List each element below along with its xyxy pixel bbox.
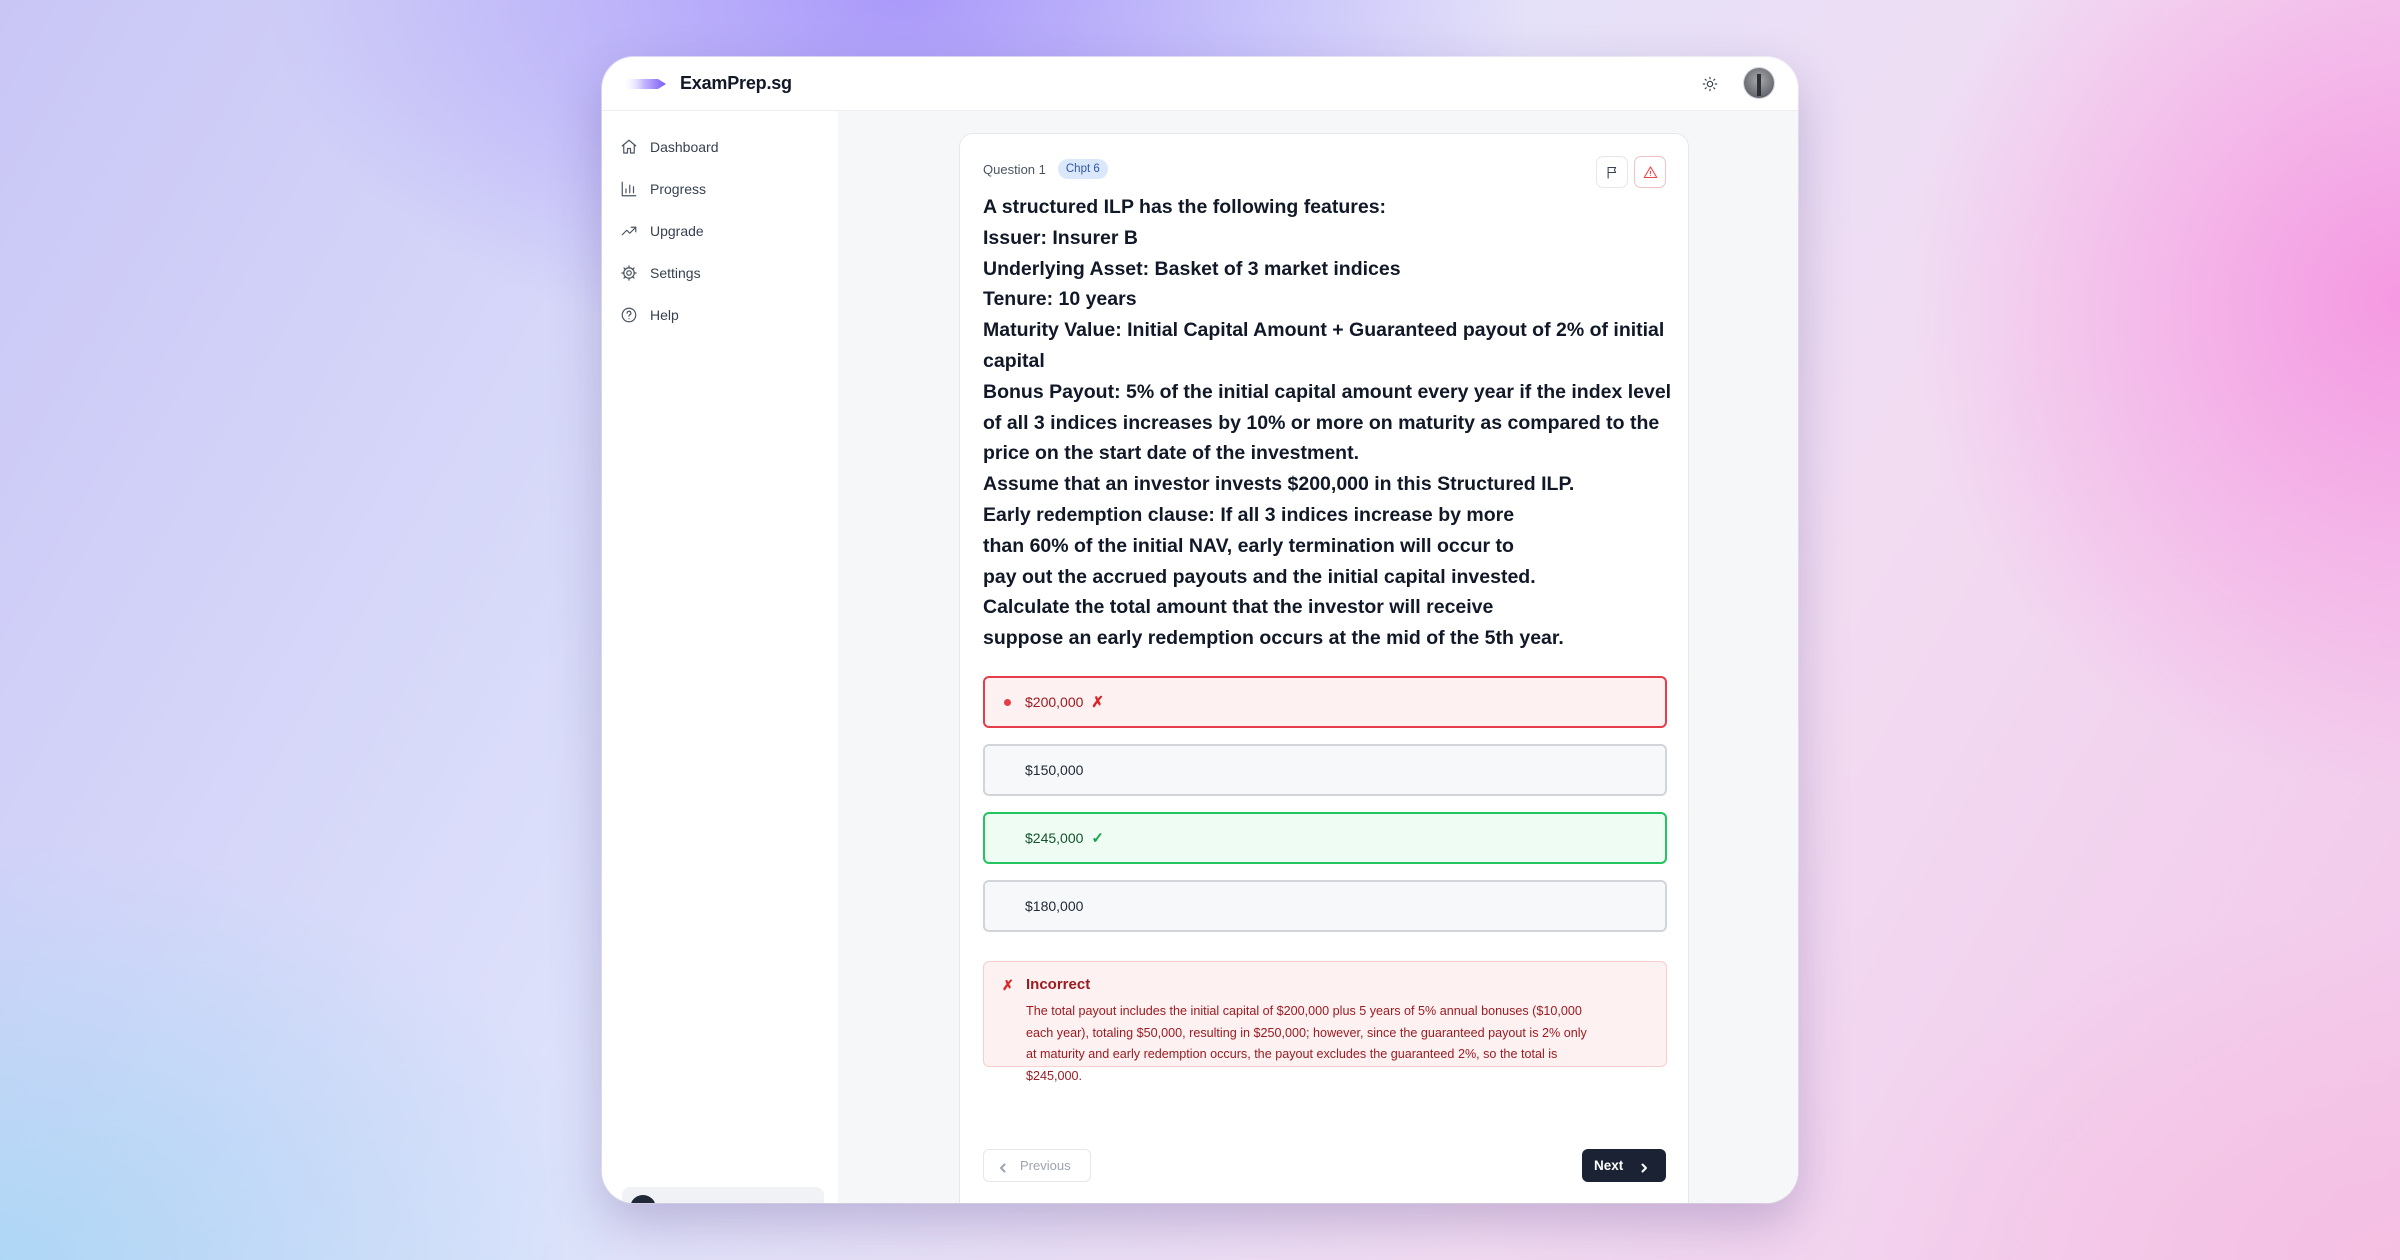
question-line: Assume that an investor invests $200,000…: [983, 473, 1575, 496]
app-name: ExamPrep.sg: [680, 73, 792, 93]
sidebar-nav: Dashboard Progress Upgrade Settings Help: [602, 111, 838, 336]
option-text: $180,000: [1025, 898, 1084, 914]
answer-option-a[interactable]: $200,000 ✗: [983, 676, 1667, 728]
sidebar-item-progress[interactable]: Progress: [602, 168, 838, 210]
question-line: Maturity Value: Initial Capital Amount +…: [983, 319, 1665, 342]
home-icon: [621, 139, 637, 154]
question-line: pay out the accrued payouts and the init…: [983, 565, 1536, 588]
question-line: capital: [983, 349, 1045, 372]
sidebar: ExamPrep.sg Dashboard Progress Upgrade S…: [602, 57, 839, 1203]
sidebar-item-settings[interactable]: Settings: [602, 252, 838, 294]
logo-icon: [622, 78, 666, 89]
question-line: A structured ILP has the following featu…: [983, 196, 1387, 218]
question-line: price on the start date of the investmen…: [983, 442, 1359, 465]
answer-option-d[interactable]: $180,000: [983, 880, 1667, 932]
sidebar-item-label: Dashboard: [650, 139, 719, 155]
user-menu[interactable]: [622, 1187, 824, 1203]
question-number: Question 1: [983, 161, 1046, 177]
question-line: Bonus Payout: 5% of the initial capital …: [983, 380, 1672, 403]
question-line: Underlying Asset: Basket of 3 market ind…: [983, 257, 1401, 280]
user-avatar[interactable]: [1744, 68, 1774, 98]
next-label: Next: [1594, 1158, 1624, 1173]
feedback-line: $245,000.: [1026, 1068, 1083, 1083]
next-button[interactable]: Next: [1582, 1149, 1666, 1182]
question-line: Issuer: Insurer B: [983, 226, 1138, 249]
question-line: of all 3 indices increases by 10% or mor…: [983, 411, 1660, 434]
feedback-title: Incorrect: [1026, 976, 1091, 993]
answer-option-c[interactable]: $245,000 ✓: [983, 812, 1667, 864]
question-line: Early redemption clause: If all 3 indice…: [983, 503, 1515, 526]
sidebar-item-label: Progress: [650, 181, 707, 197]
wrong-mark-icon: ✗: [1091, 694, 1104, 711]
option-text: $245,000: [1025, 830, 1084, 846]
sidebar-item-label: Help: [650, 307, 679, 323]
answer-option-b[interactable]: $150,000: [983, 744, 1667, 796]
chevron-left-icon: [998, 1161, 1008, 1172]
theme-toggle-button[interactable]: [1698, 72, 1722, 96]
selected-dot: [1004, 699, 1011, 706]
sun-icon: [1702, 76, 1718, 92]
flag-question-button[interactable]: [1596, 156, 1628, 188]
flag-icon: [1607, 166, 1616, 179]
app-window: ExamPrep.sg Dashboard Progress Upgrade S…: [602, 57, 1798, 1203]
previous-label: Previous: [1020, 1158, 1071, 1173]
answer-feedback: ✗ Incorrect The total payout includes th…: [983, 961, 1667, 1083]
sidebar-item-help[interactable]: Help: [602, 294, 838, 336]
chapter-badge: Chpt 6: [1057, 159, 1108, 179]
feedback-line: at maturity and early redemption occurs,…: [1026, 1047, 1558, 1061]
question-text: A structured ILP has the following featu…: [983, 192, 1673, 654]
answer-options: $200,000 ✗ $150,000 $245,000 ✓ $180,000: [983, 676, 1667, 948]
topbar: [838, 57, 1798, 111]
feedback-line: each year), totaling $50,000, resulting …: [1026, 1025, 1587, 1040]
question-line: Calculate the total amount that the inve…: [983, 596, 1494, 619]
sidebar-item-label: Settings: [650, 265, 701, 281]
previous-button[interactable]: Previous: [983, 1149, 1091, 1182]
question-header: Question 1 Chpt 6: [983, 159, 1108, 179]
sidebar-item-dashboard[interactable]: Dashboard: [602, 126, 838, 168]
bar-chart-icon: [621, 181, 637, 197]
sidebar-item-upgrade[interactable]: Upgrade: [602, 210, 838, 252]
error-icon: ✗: [1002, 977, 1014, 993]
brand[interactable]: ExamPrep.sg: [602, 57, 838, 111]
question-line: Tenure: 10 years: [983, 288, 1137, 311]
question-card: Question 1 Chpt 6 A structured ILP has t…: [959, 133, 1689, 1203]
option-text: $200,000: [1025, 694, 1084, 710]
feedback-line: The total payout includes the initial ca…: [1026, 1004, 1582, 1018]
warning-icon: [1643, 165, 1657, 178]
option-text: $150,000: [1025, 762, 1084, 778]
sidebar-item-label: Upgrade: [650, 223, 704, 239]
help-circle-icon: [621, 307, 637, 323]
main-content: Question 1 Chpt 6 A structured ILP has t…: [838, 111, 1798, 1203]
question-line: suppose an early redemption occurs at th…: [983, 627, 1564, 650]
report-issue-button[interactable]: [1634, 156, 1666, 188]
trending-up-icon: [621, 226, 637, 236]
gear-icon: [621, 265, 637, 281]
feedback-explanation: The total payout includes the initial ca…: [1026, 1001, 1648, 1087]
question-line: than 60% of the initial NAV, early termi…: [983, 534, 1514, 557]
chevron-right-icon: [1639, 1161, 1649, 1172]
user-avatar: [630, 1195, 656, 1203]
check-mark-icon: ✓: [1091, 830, 1104, 847]
